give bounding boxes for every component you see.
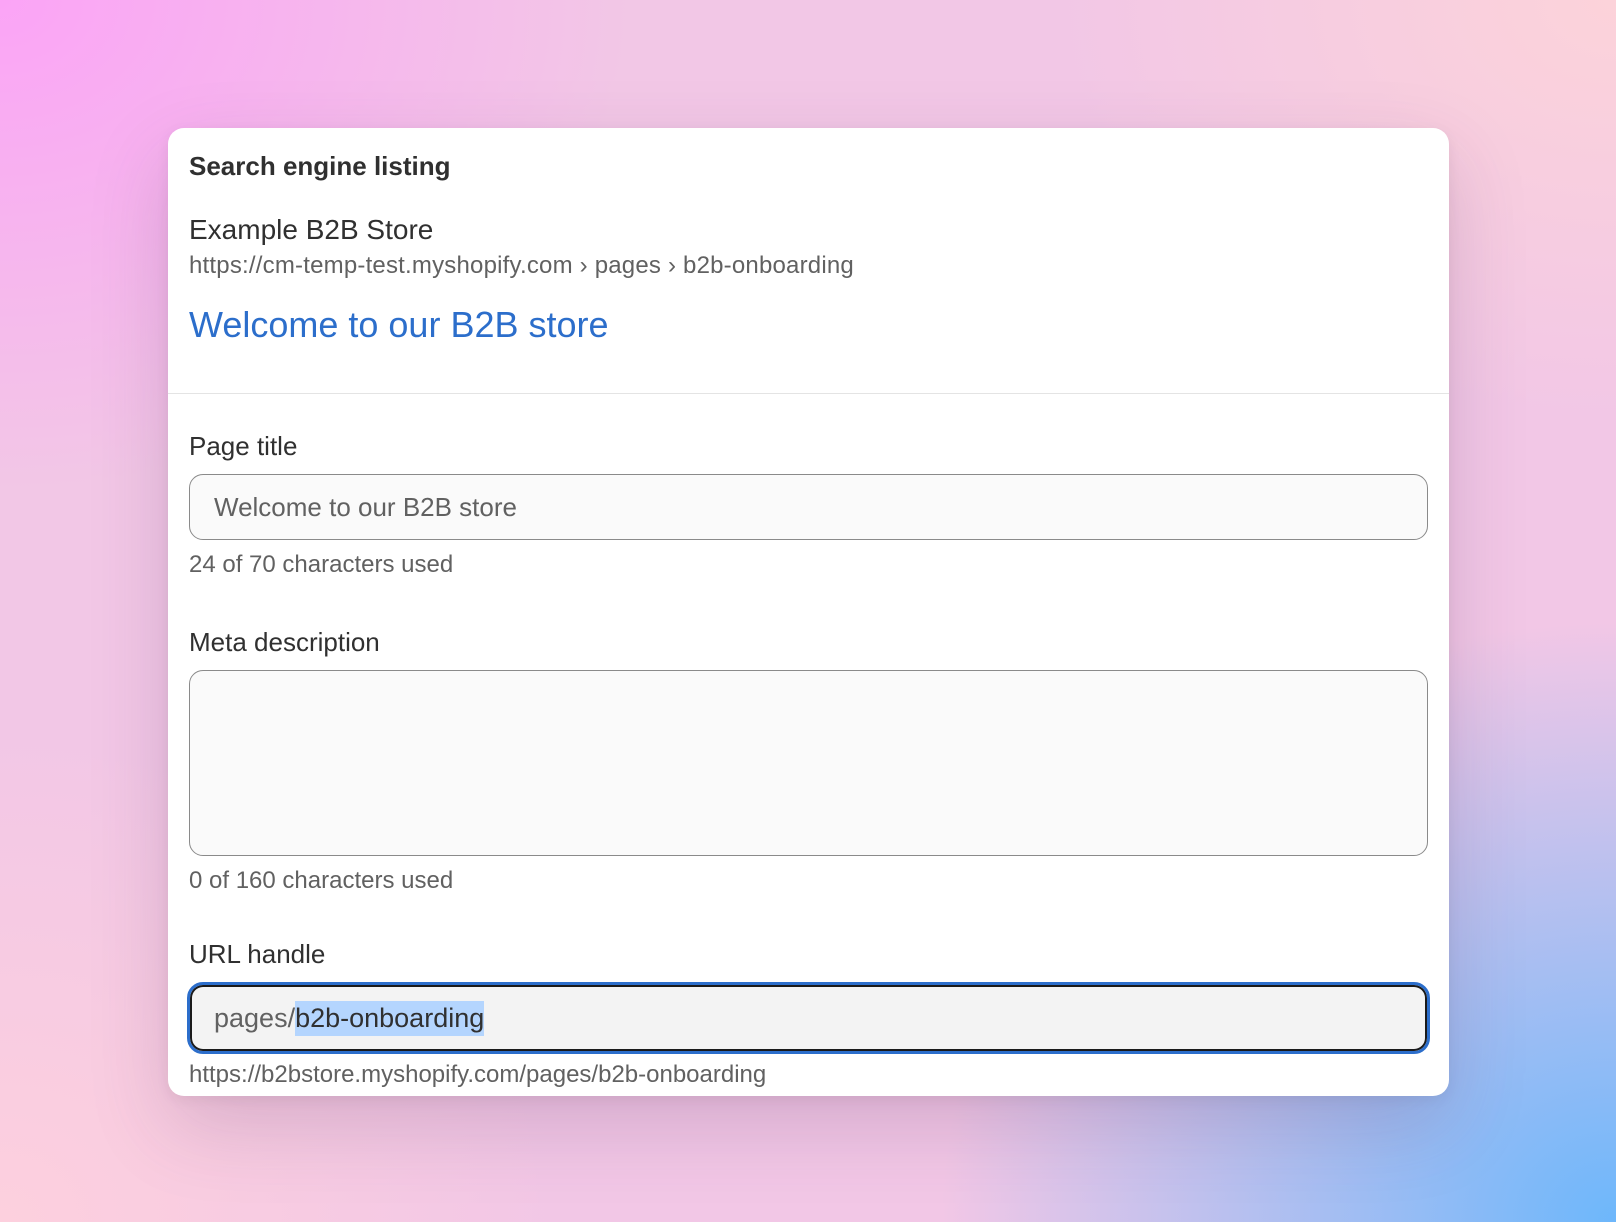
page-title-input[interactable]: Welcome to our B2B store — [189, 474, 1428, 540]
preview-title: Welcome to our B2B store — [189, 304, 609, 345]
url-handle-full-url: https://b2bstore.myshopify.com/pages/b2b… — [189, 1061, 767, 1088]
preview-store-name: Example B2B Store — [189, 214, 434, 245]
meta-description-char-count: 0 of 160 characters used — [189, 867, 454, 894]
page-title-char-count: 24 of 70 characters used — [189, 551, 454, 578]
seo-form: Page title Welcome to our B2B store 24 o… — [168, 394, 1449, 1090]
meta-description-textarea[interactable] — [189, 670, 1428, 856]
url-handle-input[interactable]: pages/b2b-onboarding — [187, 982, 1430, 1054]
page-title-value: Welcome to our B2B store — [214, 491, 517, 522]
search-engine-listing-card: Search engine listing Example B2B Store … — [168, 128, 1449, 1096]
page-background: { "card": { "heading": "Search engine li… — [0, 0, 1616, 1222]
url-handle-label: URL handle — [189, 939, 326, 969]
search-preview: Search engine listing Example B2B Store … — [168, 128, 1449, 394]
meta-description-label: Meta description — [189, 627, 380, 657]
preview-breadcrumb: https://cm-temp-test.myshopify.com › pag… — [189, 252, 854, 279]
url-handle-prefix: pages/ — [214, 1002, 296, 1033]
card-heading: Search engine listing — [189, 151, 451, 181]
page-title-label: Page title — [189, 431, 298, 461]
url-handle-value: b2b-onboarding — [295, 1000, 485, 1036]
